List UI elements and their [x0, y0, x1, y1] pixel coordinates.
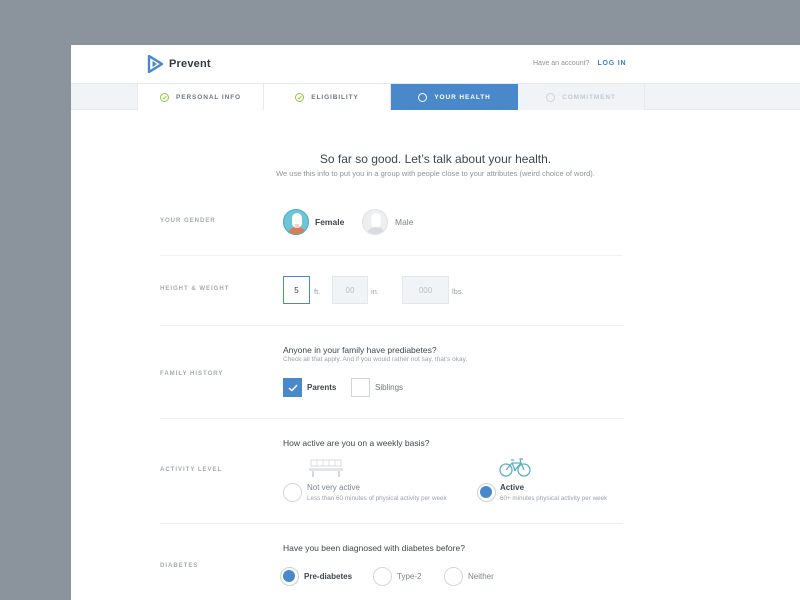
signup-card: Prevent Have an account? LOG IN PERSONAL…: [71, 45, 800, 600]
pre-diabetes-label: Pre-diabetes: [304, 572, 353, 581]
weight-unit: lbs.: [452, 287, 464, 296]
family-history-question: Anyone in your family have prediabetes?: [283, 345, 437, 355]
step-label: PERSONAL INFO: [175, 93, 242, 101]
bench-icon: [309, 459, 343, 477]
checkmark-icon: [287, 384, 298, 392]
account-prompt: Have an account?: [533, 60, 590, 67]
weight-input[interactable]: 000: [402, 276, 449, 304]
section-divider: [160, 325, 623, 326]
inches-unit: in.: [371, 287, 379, 296]
app-header: Prevent Have an account? LOG IN: [71, 45, 800, 83]
not-active-desc: Less than 60 minutes of physical activit…: [307, 495, 447, 502]
gender-label: YOUR GENDER: [160, 218, 216, 224]
active-desc: 60+ minutes physical activity per week: [500, 495, 608, 502]
male-avatar-option[interactable]: [362, 209, 388, 235]
page-title: So far so good. Let’s talk about your he…: [319, 152, 552, 166]
parents-checkbox[interactable]: [283, 378, 302, 397]
step-personal-info[interactable]: PERSONAL INFO: [137, 84, 264, 110]
male-avatar-icon: [366, 213, 386, 234]
female-label: Female: [315, 217, 345, 227]
type-2-radio[interactable]: [373, 567, 392, 586]
prevent-logo-icon: [147, 55, 163, 73]
step-label: COMMITMENT: [562, 93, 616, 101]
step-label: ELIGIBILITY: [311, 93, 359, 101]
female-avatar-option[interactable]: [283, 209, 309, 235]
section-divider: [160, 418, 623, 419]
feet-unit: ft.: [314, 287, 321, 296]
login-link[interactable]: LOG IN: [597, 60, 626, 67]
family-history-label: FAMILY HISTORY: [160, 371, 224, 377]
parents-label: Parents: [307, 383, 337, 392]
step-eligibility[interactable]: ELIGIBILITY: [264, 84, 391, 110]
siblings-checkbox[interactable]: [351, 378, 370, 397]
height-weight-label: HEIGHT & WEIGHT: [160, 286, 230, 292]
circle-icon: [418, 92, 428, 102]
brand-logo[interactable]: Prevent: [147, 55, 211, 73]
pre-diabetes-radio[interactable]: [280, 567, 299, 586]
activity-level-label: ACTIVITY LEVEL: [160, 467, 223, 473]
neither-label: Neither: [468, 572, 494, 581]
section-divider: [160, 255, 623, 256]
step-label: YOUR HEALTH: [434, 93, 491, 101]
brand-name: Prevent: [169, 58, 211, 70]
step-your-health[interactable]: YOUR HEALTH: [391, 84, 518, 110]
active-label: Active: [500, 483, 525, 492]
diabetes-label: DIABETES: [160, 563, 199, 569]
female-avatar-icon: [287, 213, 307, 234]
circle-icon: [546, 92, 556, 102]
height-inches-input[interactable]: 00: [332, 276, 368, 304]
activity-question: How active are you on a weekly basis?: [283, 438, 430, 448]
siblings-label: Siblings: [375, 383, 404, 392]
check-circle-icon: [295, 92, 305, 102]
not-active-radio[interactable]: [283, 483, 302, 502]
not-active-label: Not very active: [307, 483, 360, 492]
section-divider: [160, 523, 623, 524]
diabetes-question: Have you been diagnosed with diabetes be…: [283, 543, 465, 553]
neither-radio[interactable]: [444, 567, 463, 586]
family-history-hint: Check all that apply. And if you would r…: [283, 356, 468, 363]
type-2-label: Type-2: [397, 572, 422, 581]
active-radio[interactable]: [477, 483, 496, 502]
height-feet-input[interactable]: 5: [283, 276, 310, 304]
male-label: Male: [395, 217, 414, 227]
page-subtitle: We use this info to put you in a group w…: [276, 169, 595, 178]
account-area: Have an account? LOG IN: [533, 60, 626, 67]
check-circle-icon: [159, 92, 169, 102]
step-commitment[interactable]: COMMITMENT: [518, 84, 645, 110]
bicycle-icon: [499, 458, 531, 477]
progress-steps: PERSONAL INFO ELIGIBILITY YOUR HEALTH CO…: [71, 83, 800, 110]
